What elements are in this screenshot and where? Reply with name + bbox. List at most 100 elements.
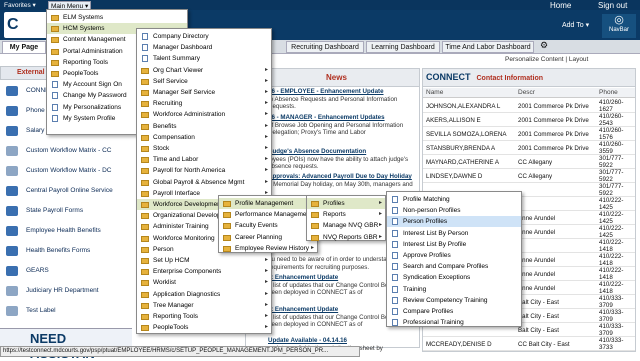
- column-header[interactable]: Name: [426, 89, 443, 96]
- folder-icon: [141, 123, 149, 130]
- sidebar-item-gears[interactable]: GEARS: [0, 262, 132, 280]
- profiles-menu-item[interactable]: Syndication Exceptions: [387, 272, 521, 283]
- folder-icon: [141, 112, 149, 119]
- hcm-menu-item[interactable]: Self Service ▸: [137, 76, 271, 87]
- document-icon: [52, 92, 58, 100]
- table-row[interactable]: MAYNARD,CATHERINE A CC Allegany 301/777-59…: [423, 155, 635, 169]
- profile_mgmt-menu-item[interactable]: Manage NVQ GBR ▸: [307, 220, 385, 231]
- hcm-menu-item[interactable]: Recruiting ▸: [137, 98, 271, 109]
- column-header[interactable]: Phone: [599, 89, 618, 96]
- hcm-menu-item[interactable]: Company Directory: [137, 31, 271, 42]
- sidebar-item-central-payroll[interactable]: Central Payroll Online Service: [0, 182, 132, 200]
- hcm-menu-item[interactable]: PeopleTools ▸: [137, 322, 271, 333]
- table-row[interactable]: STANSBURY,BRENDA A 2001 Commerce Pk Drive…: [423, 141, 635, 155]
- hcm-menu-item[interactable]: Workforce Administration ▸: [137, 109, 271, 120]
- sidebar-item-health-benefits-forms[interactable]: Health Benefits Forms: [0, 242, 132, 260]
- hcm-menu-item[interactable]: Benefits ▸: [137, 121, 271, 132]
- profiles-menu-item[interactable]: Profile Matching: [387, 194, 521, 205]
- hcm-menu-item[interactable]: Reporting Tools ▸: [137, 311, 271, 322]
- navbar-button[interactable]: ◎ NavBar: [602, 14, 636, 38]
- profiles-menu-item[interactable]: Approve Profiles: [387, 250, 521, 261]
- profiles-menu-item[interactable]: Professional Training: [387, 317, 521, 328]
- document-icon: [392, 218, 398, 226]
- table-row[interactable]: LINDSEY,DAWNE D CC Allegany 301/777-5922: [423, 169, 635, 183]
- menu-item-label: Global Payroll & Absence Mgmt: [153, 178, 245, 186]
- favorites-menu[interactable]: Favorites ▾: [4, 1, 36, 9]
- add-to-menu[interactable]: Add To ▾: [562, 21, 589, 29]
- chevron-right-icon: ▸: [264, 66, 268, 73]
- workforce-menu-item[interactable]: Employee Review History ▸: [219, 243, 317, 254]
- hcm-menu-item[interactable]: Time and Labor ▸: [137, 154, 271, 165]
- tab-learning-dashboard[interactable]: Learning Dashboard: [366, 41, 440, 53]
- folder-icon: [141, 224, 149, 231]
- cell-name: LINDSEY,DAWNE D: [426, 173, 483, 180]
- sign-out-link[interactable]: Sign out: [598, 1, 627, 10]
- profiles-menu-item[interactable]: Training: [387, 284, 521, 295]
- profiles-menu-item[interactable]: Non-person Profiles: [387, 205, 521, 216]
- workforce-menu-item[interactable]: Profile Management▸: [219, 198, 317, 209]
- sidebar-item-label: Custom Workflow Matrix - CC: [26, 147, 112, 154]
- profile_mgmt-menu-item[interactable]: NVQ Reports GBR ▸: [307, 232, 385, 243]
- browser-status-bar: https://testconnect.mdcourts.gov/psp/ptu…: [0, 346, 360, 357]
- profiles-menu-item[interactable]: Person Profiles: [387, 216, 521, 228]
- news-item[interactable]: 16 - MANAGER - Enhancement Updates of Bro…: [268, 114, 418, 137]
- sidebar-item-label: Health Benefits Forms: [26, 247, 91, 254]
- tab-my-page[interactable]: My Page: [2, 41, 46, 53]
- cell-descr: Anne Arundel: [518, 229, 556, 236]
- hcm-menu-item[interactable]: Stock ▸: [137, 143, 271, 154]
- workforce-menu-item[interactable]: Faculty Events▸: [219, 220, 317, 231]
- home-link[interactable]: Home: [550, 1, 571, 10]
- menu-item-label: My System Profile: [63, 114, 116, 122]
- hcm-menu-item[interactable]: Tree Manager ▸: [137, 300, 271, 311]
- news-item[interactable]: 16 - EMPLOYEE - Enhancement Update to Abs…: [268, 88, 418, 111]
- table-row[interactable]: MCCREADY,DENISE D CC Balt City - East 410/…: [423, 337, 635, 351]
- cell-descr: Anne Arundel: [518, 215, 556, 222]
- tab-recruiting-dashboard[interactable]: Recruiting Dashboard: [286, 41, 364, 53]
- folder-icon: [141, 146, 149, 152]
- column-header[interactable]: Descr: [518, 89, 535, 96]
- menu-item-label: Approve Profiles: [403, 252, 451, 259]
- cell-name: MCCREADY,DENISE D: [426, 341, 492, 348]
- profile_mgmt-menu-item[interactable]: Profiles ▸: [307, 198, 385, 209]
- menu-item-label: Review Competency Training: [403, 296, 488, 304]
- menu-item-label: Performance Management: [235, 211, 312, 219]
- profiles-menu-item[interactable]: Interest List By Person: [387, 228, 521, 239]
- hcm-menu-item[interactable]: Compensation ▸: [137, 132, 271, 143]
- personalize-links[interactable]: Personalize Content | Layout: [505, 56, 588, 63]
- sidebar-item-health-benefits[interactable]: Employee Health Benefits: [0, 222, 132, 240]
- hcm-menu-item[interactable]: Payroll for North America ▸: [137, 165, 271, 176]
- news-item[interactable]: Approvals: Advanced Payroll Due to Day H…: [268, 173, 418, 188]
- hcm-menu-item[interactable]: Application Diagnostics ▸: [137, 289, 271, 300]
- news-item[interactable]: Budge's Absence Documentation loyees (POI…: [268, 148, 418, 171]
- hcm-menu-item[interactable]: Set Up HCM ▸: [137, 255, 271, 266]
- sidebar-item-state-payroll-forms[interactable]: State Payroll Forms: [0, 202, 132, 220]
- sidebar-item-workflow-cc[interactable]: Custom Workflow Matrix - CC: [0, 142, 132, 160]
- tab-time-and-labor-dashboard[interactable]: Time And Labor Dashboard: [442, 41, 534, 53]
- workforce-menu-item[interactable]: Career Planning▸: [219, 232, 317, 243]
- gear-icon[interactable]: ⚙: [540, 40, 548, 51]
- hcm-menu-item[interactable]: Global Payroll & Absence Mgmt ▸: [137, 177, 271, 188]
- table-row[interactable]: AKERS,ALLISON E 2001 Commerce Pk Drive 410…: [423, 113, 635, 127]
- profile_mgmt-menu-item[interactable]: Reports ▸: [307, 209, 385, 220]
- sidebar-item-test-label[interactable]: Test Label: [0, 302, 132, 320]
- main-menu-item[interactable]: ELM Systems: [47, 12, 187, 23]
- hcm-menu-item[interactable]: Manager Self Service ▸: [137, 87, 271, 98]
- table-row[interactable]: JOHNSON,ALEXANDRA L 2001 Commerce Pk Driv…: [423, 99, 635, 113]
- hcm-menu-item[interactable]: Worklist ▸: [137, 277, 271, 288]
- sidebar-item-judiciary-hr[interactable]: Judiciary HR Department: [0, 282, 132, 300]
- menu-item-label: Benefits: [153, 122, 177, 130]
- table-row[interactable]: SEVILLA SOMOZA,LORENA 2001 Commerce Pk Dr…: [423, 127, 635, 141]
- profiles-menu-item[interactable]: Compare Profiles: [387, 306, 521, 317]
- sidebar-item-workflow-dc[interactable]: Custom Workflow Matrix - DC: [0, 162, 132, 180]
- menu-item-label: Professional Training: [403, 319, 464, 327]
- hcm-menu-item[interactable]: Talent Summary: [137, 53, 271, 64]
- profiles-menu-item[interactable]: Interest List By Profile: [387, 239, 521, 250]
- menu-item-label: Change My Password: [63, 92, 127, 100]
- hcm-menu-item[interactable]: Org Chart Viewer ▸: [137, 65, 271, 76]
- profiles-menu-item[interactable]: Search and Compare Profiles: [387, 261, 521, 272]
- profiles-menu-item[interactable]: Review Competency Training: [387, 295, 521, 306]
- workforce-menu-item[interactable]: Performance Management▸: [219, 209, 317, 220]
- hcm-menu-item[interactable]: Manager Dashboard: [137, 42, 271, 53]
- chevron-right-icon: ▸: [264, 290, 268, 297]
- hcm-menu-item[interactable]: Enterprise Components ▸: [137, 266, 271, 277]
